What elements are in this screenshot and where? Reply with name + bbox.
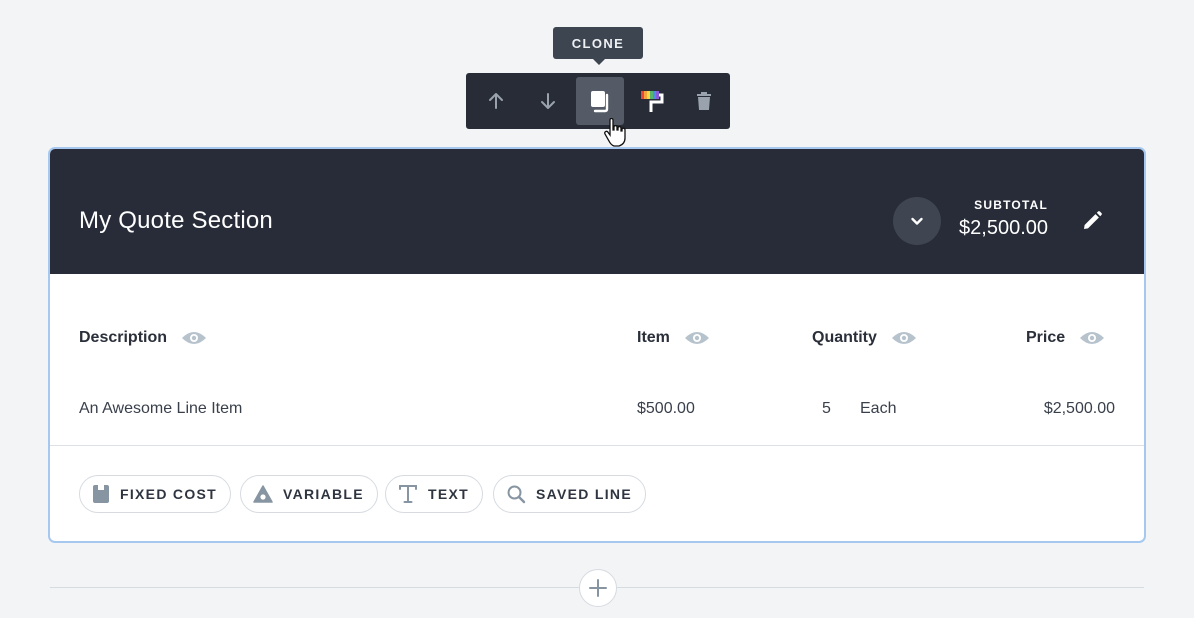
section-header: My Quote Section SUBTOTAL $2,500.00 [50,149,1144,274]
eye-icon[interactable] [684,329,710,347]
move-up-icon [489,93,503,109]
clone-icon [591,91,609,113]
eye-icon[interactable] [181,329,207,347]
column-price: Price [1026,329,1105,347]
subtotal-value: $2,500.00 [959,217,1048,239]
search-icon [506,484,526,504]
tooltip-text: CLONE [571,35,625,51]
variable-icon [253,485,273,503]
collapse-button[interactable] [893,197,941,245]
column-quantity-label: Quantity [812,329,877,346]
subtotal-label: SUBTOTAL [974,198,1048,212]
trash-icon [697,92,711,110]
add-saved-line-button[interactable]: SAVED LINE [493,475,646,513]
eye-icon[interactable] [891,329,917,347]
line-item-quantity[interactable]: 5 [822,400,831,418]
delete-button[interactable] [680,77,728,125]
clone-tooltip: CLONE [553,27,643,65]
add-section-button[interactable] [579,569,617,607]
row-divider [50,445,1144,446]
column-price-label: Price [1026,329,1066,346]
column-item-label: Item [637,329,670,346]
text-icon [398,484,418,504]
move-down-icon [541,93,555,109]
plus-icon [589,579,607,597]
quote-section: My Quote Section SUBTOTAL $2,500.00 Desc… [48,147,1146,543]
add-fixed-cost-button[interactable]: FIXED COST [79,475,232,513]
section-toolbar [466,73,730,129]
add-text-label: TEXT [428,486,469,502]
line-item-item[interactable]: $500.00 [637,400,695,418]
section-title[interactable]: My Quote Section [79,207,273,235]
line-item-unit[interactable]: Each [860,400,896,418]
column-item: Item [637,329,710,347]
edit-button[interactable] [1078,207,1106,235]
fixed-cost-icon [92,484,110,504]
column-description: Description [79,329,207,347]
column-description-label: Description [79,329,168,346]
add-saved-line-label: SAVED LINE [536,486,632,502]
line-item-description[interactable]: An Awesome Line Item [79,400,242,418]
line-item-price[interactable]: $2,500.00 [1044,400,1115,418]
pencil-icon [1084,211,1102,229]
column-quantity: Quantity [812,329,917,347]
add-variable-label: VARIABLE [283,486,364,502]
paint-roller-icon [641,91,664,112]
add-fixed-cost-label: FIXED COST [120,486,218,502]
add-text-button[interactable]: TEXT [385,475,483,513]
chevron-down-icon [911,217,923,225]
move-up-button[interactable] [472,77,520,125]
add-variable-button[interactable]: VARIABLE [240,475,378,513]
eye-icon[interactable] [1079,329,1105,347]
style-button[interactable] [628,77,676,125]
move-down-button[interactable] [524,77,572,125]
